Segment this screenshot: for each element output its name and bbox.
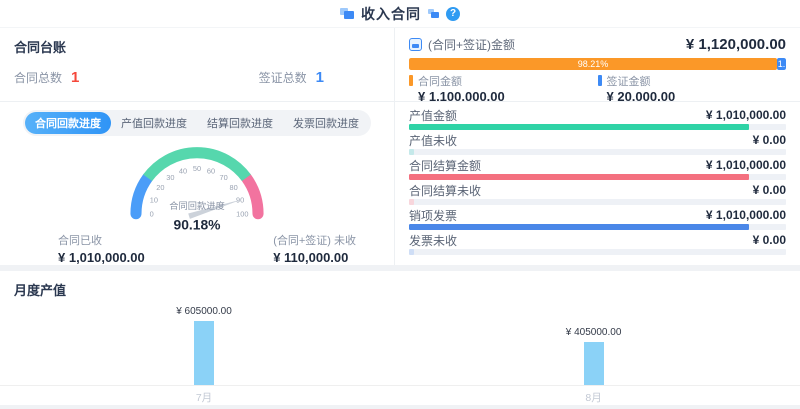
svg-text:90.18%: 90.18%: [173, 216, 220, 232]
bar: [194, 321, 214, 385]
tab-settlement-progress[interactable]: 结算回款进度: [197, 112, 283, 134]
amount-row: 产值未收 ¥ 0.00: [409, 133, 786, 158]
received-label: 合同已收: [58, 232, 145, 248]
bar-category-label: 8月: [549, 390, 639, 405]
row-value: ¥ 0.00: [753, 133, 786, 147]
copy-icon: [428, 9, 439, 18]
row-label: 合同结算金额: [409, 157, 481, 174]
amount-bar-fill: [409, 249, 414, 255]
bar-value-label: ¥ 405000.00: [549, 327, 639, 338]
amount-row: 产值金额 ¥ 1,010,000.00: [409, 108, 786, 133]
row-bar-track: [409, 249, 786, 255]
tab-contract-progress[interactable]: 合同回款进度: [25, 112, 111, 134]
amount-bar-fill: [409, 224, 749, 230]
bar: [584, 342, 604, 385]
summary-total: ¥ 1,120,000.00: [686, 36, 786, 53]
svg-text:合同回款进度: 合同回款进度: [169, 200, 224, 211]
page-header: 收入合同 ?: [0, 0, 800, 28]
svg-text:30: 30: [166, 173, 174, 182]
row-value: ¥ 1,010,000.00: [706, 158, 786, 172]
row-bar-track: [409, 149, 786, 155]
bar-value-label: ¥ 605000.00: [159, 306, 249, 317]
svg-text:70: 70: [220, 173, 228, 182]
stat-contract-count: 合同总数 1: [14, 69, 79, 86]
svg-text:50: 50: [193, 164, 201, 173]
amount-bar-fill: [409, 149, 414, 155]
row-bar-track: [409, 124, 786, 130]
amount-row: 销项发票 ¥ 1,010,000.00: [409, 208, 786, 233]
svg-text:80: 80: [230, 183, 238, 192]
amount-summary-panel: (合同+签证)金额 ¥ 1,120,000.00 98.21% 1. 合同金额 …: [395, 28, 800, 101]
legend-value: ¥ 1,100,000.00: [418, 89, 598, 101]
row-bar-track: [409, 224, 786, 230]
svg-text:0: 0: [150, 209, 154, 218]
ledger-title: 合同台账: [14, 37, 380, 56]
legend-marker: [409, 75, 413, 86]
unreceived-label: (合同+签证) 未收: [273, 232, 356, 248]
svg-text:20: 20: [156, 183, 164, 192]
amount-bar-fill: [409, 199, 414, 205]
row-label: 合同结算未收: [409, 182, 481, 199]
legend-marker: [598, 75, 602, 86]
split-legend: 合同金额 ¥ 1,100,000.00 签证金额 ¥ 20,000.00: [409, 74, 786, 101]
dashboard-grid: 合同台账 合同总数 1 签证总数 1 (合同+签证)金额 ¥ 1,120,000…: [0, 28, 800, 265]
gauge-summary: 合同已收 ¥ 1,010,000.00 (合同+签证) 未收 ¥ 110,000…: [0, 232, 394, 265]
amount-row: 发票未收 ¥ 0.00: [409, 233, 786, 258]
page-title: 收入合同: [361, 4, 421, 24]
stat-value: 1: [316, 69, 324, 86]
amount-bar-fill: [409, 174, 749, 180]
monthly-title: 月度产值: [14, 280, 66, 299]
stat-visa-count: 签证总数 1: [259, 69, 324, 86]
unreceived-stat: (合同+签证) 未收 ¥ 110,000.00: [273, 232, 356, 265]
row-label: 产值未收: [409, 132, 457, 149]
stat-value: 1: [71, 69, 79, 86]
legend-visa-amount: 签证金额 ¥ 20,000.00: [598, 74, 787, 101]
contract-visa-split-bar: 98.21% 1.: [409, 58, 786, 70]
split-bar-segment: 98.21%: [409, 58, 777, 70]
row-value: ¥ 1,010,000.00: [706, 108, 786, 122]
legend-label: 签证金额: [607, 73, 651, 89]
row-value: ¥ 0.00: [753, 183, 786, 197]
collection-progress-panel: 合同回款进度 产值回款进度 结算回款进度 发票回款进度 010203040506…: [0, 102, 394, 265]
amount-row: 合同结算金额 ¥ 1,010,000.00: [409, 158, 786, 183]
svg-text:60: 60: [207, 166, 215, 175]
received-stat: 合同已收 ¥ 1,010,000.00: [58, 232, 145, 265]
bar-group: ¥ 405000.00 8月: [549, 327, 639, 385]
collection-gauge: 0102030405060708090100合同回款进度90.18%: [97, 136, 297, 234]
row-bar-track: [409, 174, 786, 180]
legend-value: ¥ 20,000.00: [607, 89, 787, 101]
monthly-output-panel: ¥ 605000.00 7月 ¥ 405000.00 8月 月度产值: [0, 271, 800, 405]
stat-label: 签证总数: [259, 69, 307, 86]
row-value: ¥ 0.00: [753, 233, 786, 247]
stat-label: 合同总数: [14, 69, 62, 86]
unreceived-value: ¥ 110,000.00: [273, 250, 356, 265]
legend-contract-amount: 合同金额 ¥ 1,100,000.00: [409, 74, 598, 101]
svg-text:100: 100: [236, 209, 248, 218]
split-bar-segment: 1.: [777, 58, 786, 70]
summary-title: (合同+签证)金额: [428, 36, 515, 53]
amount-bar-fill: [409, 124, 749, 130]
legend-label: 合同金额: [418, 73, 462, 89]
monthly-bar-chart: ¥ 605000.00 7月 ¥ 405000.00 8月: [0, 271, 800, 386]
ledger-panel: 合同台账 合同总数 1 签证总数 1: [0, 28, 394, 101]
row-bar-track: [409, 199, 786, 205]
progress-tabs: 合同回款进度 产值回款进度 结算回款进度 发票回款进度: [23, 110, 371, 136]
help-icon[interactable]: ?: [446, 7, 460, 21]
row-label: 销项发票: [409, 207, 457, 224]
tab-invoice-progress[interactable]: 发票回款进度: [283, 112, 369, 134]
tab-output-progress[interactable]: 产值回款进度: [111, 112, 197, 134]
contract-icon: [409, 38, 422, 51]
svg-text:10: 10: [150, 195, 158, 204]
bar-category-label: 7月: [159, 390, 249, 405]
row-value: ¥ 1,010,000.00: [706, 208, 786, 222]
row-label: 产值金额: [409, 107, 457, 124]
amount-rows-panel: 产值金额 ¥ 1,010,000.00 产值未收 ¥ 0.00 合同结算金额 ¥ 1,…: [395, 102, 800, 265]
row-label: 发票未收: [409, 232, 457, 249]
svg-text:40: 40: [179, 166, 187, 175]
ledger-stats: 合同总数 1 签证总数 1: [14, 69, 380, 86]
amount-row: 合同结算未收 ¥ 0.00: [409, 183, 786, 208]
received-value: ¥ 1,010,000.00: [58, 250, 145, 265]
folder-icon: [340, 8, 354, 19]
bar-group: ¥ 605000.00 7月: [159, 306, 249, 385]
